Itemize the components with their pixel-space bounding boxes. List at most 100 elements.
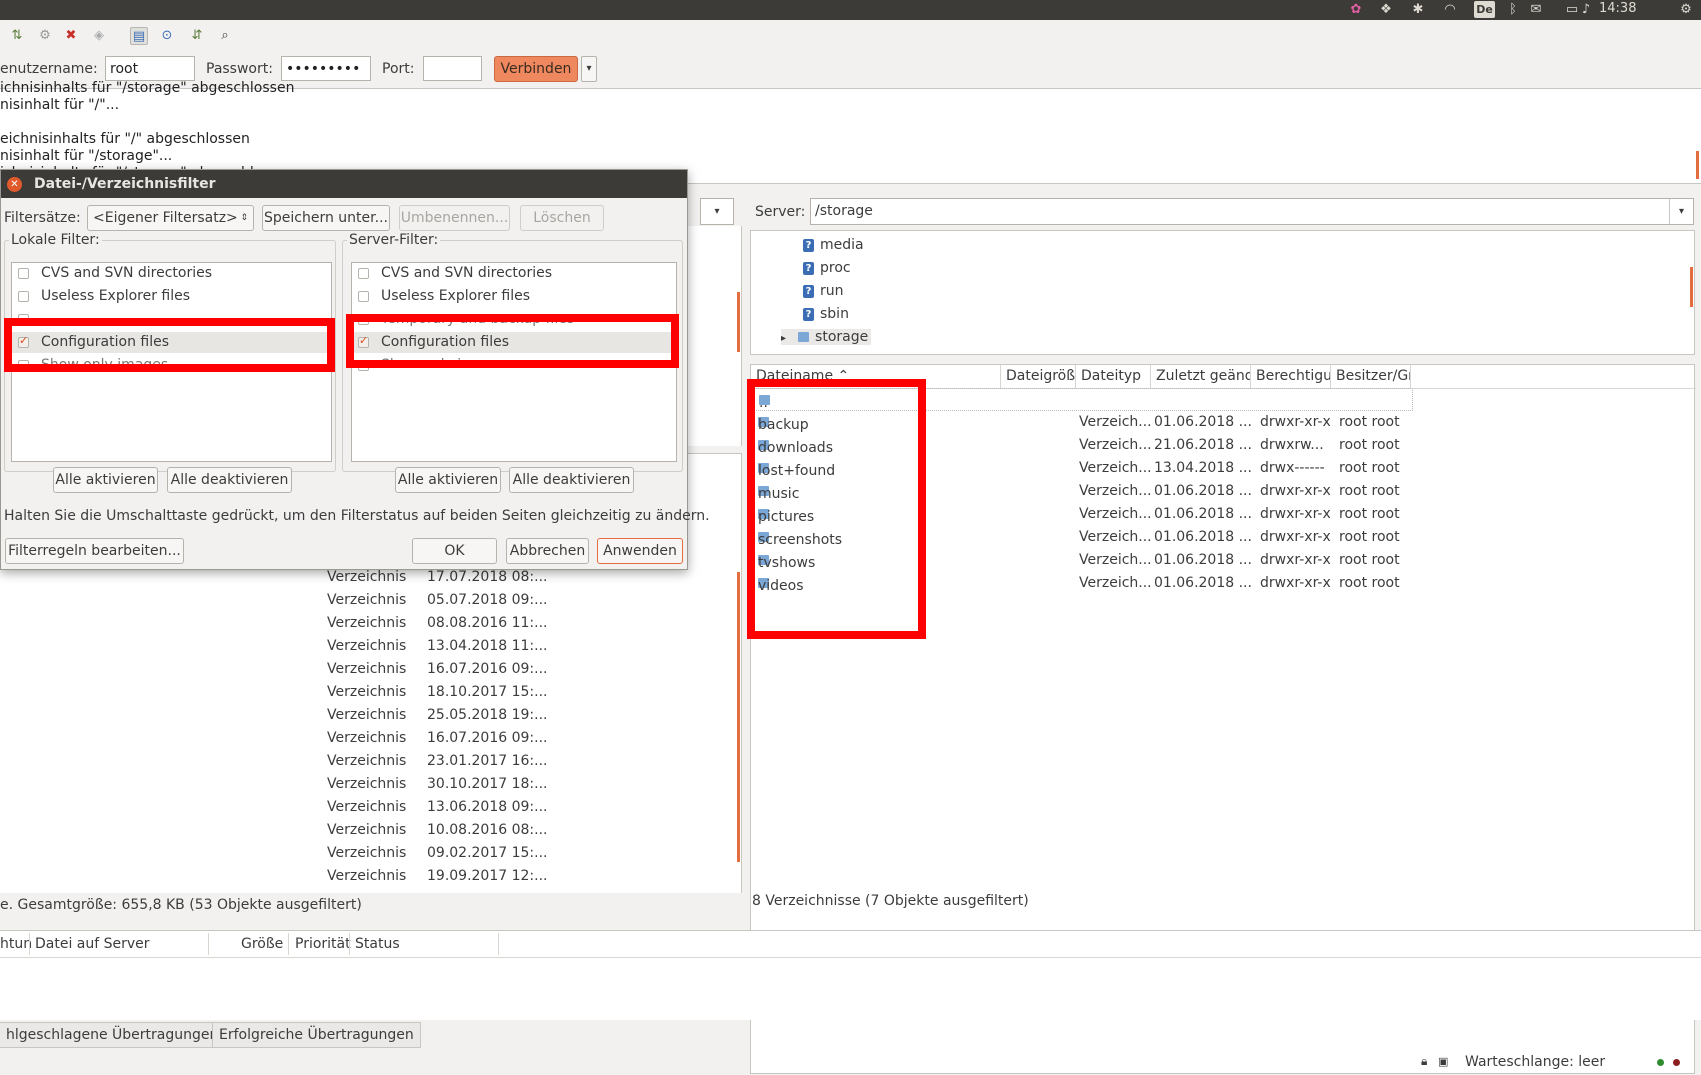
column-header-owner[interactable]: Besitzer/Gruppe	[1331, 365, 1411, 388]
disconnect-icon[interactable]: ◈	[90, 27, 108, 45]
unknown-folder-icon: ?	[803, 261, 814, 275]
puzzle-icon[interactable]: ✱	[1410, 2, 1426, 18]
cancel-button[interactable]: Abbrechen	[506, 538, 589, 564]
save-as-button[interactable]: Speichern unter...	[262, 205, 390, 231]
tree-item-proc[interactable]: ? proc	[803, 260, 851, 276]
tree-item-sbin[interactable]: ? sbin	[803, 306, 849, 322]
table-row[interactable]: Verzeichnis 18.10.2017 15:...	[0, 681, 742, 704]
connect-button[interactable]: Verbinden	[494, 56, 578, 82]
local-tree-scrollbar[interactable]	[737, 292, 740, 352]
queue-tabs: hlgeschlagene Übertragungen Erfolgreiche…	[0, 1020, 1701, 1050]
process-queue-icon[interactable]: ⚙	[36, 27, 54, 45]
table-row[interactable]: Verzeichnis 13.06.2018 09:...	[0, 796, 742, 819]
gear-icon[interactable]: ⚙	[1678, 2, 1694, 18]
quickconnect-dropdown-button[interactable]: ▾	[581, 56, 597, 82]
server-tree-scrollbar[interactable]	[1690, 267, 1693, 307]
volume-icon[interactable]: ♪	[1578, 2, 1594, 18]
table-row[interactable]: Verzeichnis 10.08.2016 08:...	[0, 819, 742, 842]
password-input[interactable]	[281, 56, 371, 81]
server-filter-explorer[interactable]: Useless Explorer files	[352, 286, 676, 307]
table-row[interactable]: Verzeichnis 23.01.2017 16:...	[0, 750, 742, 773]
dialog-hint-text: Halten Sie die Umschalttaste gedrückt, u…	[4, 508, 710, 524]
dialog-titlebar[interactable]: ✕ Datei-/Verzeichnisfilter	[1, 170, 687, 198]
server-enable-all-button[interactable]: Alle aktivieren	[395, 467, 501, 493]
dropbox-icon[interactable]: ❖	[1378, 2, 1394, 18]
tab-failed-transfers[interactable]: hlgeschlagene Übertragungen	[0, 1022, 226, 1048]
tree-item-run[interactable]: ? run	[803, 283, 844, 299]
close-icon[interactable]: ✕	[7, 177, 22, 192]
local-status-text: e. Gesamtgröße: 655,8 KB (53 Objekte aus…	[0, 893, 742, 917]
speed-limit-icon[interactable]: ▣	[1438, 1055, 1448, 1068]
queue-column-direction[interactable]: htun	[0, 936, 32, 952]
checkbox[interactable]	[358, 291, 369, 302]
local-enable-all-button[interactable]: Alle aktivieren	[53, 467, 158, 493]
bluetooth-icon[interactable]: ᛒ	[1505, 2, 1521, 18]
filter-icon[interactable]: ▤	[130, 27, 148, 45]
delete-button[interactable]: Löschen	[520, 205, 604, 231]
column-divider	[29, 933, 30, 955]
log-scrollbar[interactable]	[1696, 151, 1699, 179]
server-path-input[interactable]: /storage	[810, 198, 1694, 225]
table-row[interactable]: Verzeichnis 25.05.2018 19:...	[0, 704, 742, 727]
upload-led-icon	[1657, 1059, 1664, 1066]
expander-arrow-icon[interactable]: ▸	[781, 333, 786, 344]
apply-button[interactable]: Anwenden	[597, 538, 683, 564]
filterset-select[interactable]: <Eigener Filtersatz> ⇕	[87, 205, 254, 231]
tree-item-media[interactable]: ? media	[803, 237, 864, 253]
port-input[interactable]	[423, 56, 482, 81]
tree-item-storage[interactable]: ▸ storage	[781, 329, 871, 345]
mail-icon[interactable]: ✉	[1528, 2, 1544, 18]
edit-filter-rules-button[interactable]: Filterregeln bearbeiten...	[5, 538, 184, 564]
wifi-icon[interactable]: ◠	[1442, 2, 1458, 18]
local-disable-all-button[interactable]: Alle deaktivieren	[167, 467, 292, 493]
local-filter-label: Lokale Filter:	[9, 232, 102, 248]
checkbox[interactable]	[18, 268, 29, 279]
queue-column-remote-file[interactable]: Datei auf Server	[35, 936, 150, 952]
local-filter-explorer[interactable]: Useless Explorer files	[12, 286, 331, 307]
local-path-dropdown[interactable]: ▾	[700, 198, 734, 225]
server-disable-all-button[interactable]: Alle deaktivieren	[509, 467, 634, 493]
checkbox[interactable]	[358, 268, 369, 279]
unknown-folder-icon: ?	[803, 284, 814, 298]
search-icon[interactable]: ⌕	[216, 27, 234, 45]
server-directory-tree[interactable]: ? media ? proc ? run ? sbin ▸ storage	[750, 230, 1695, 355]
sync-icon[interactable]: ⇅	[8, 27, 26, 45]
cancel-icon[interactable]: ✖	[62, 27, 80, 45]
sync-browse-icon[interactable]: ⇵	[188, 27, 206, 45]
queue-column-priority[interactable]: Priorität	[295, 936, 351, 952]
compare-icon[interactable]: ⊙	[158, 27, 176, 45]
transfer-queue[interactable]: htun Datei auf Server Größe Priorität St…	[0, 930, 1701, 1020]
table-row[interactable]: Verzeichnis 16.07.2016 09:...	[0, 658, 742, 681]
queue-column-status[interactable]: Status	[355, 936, 400, 952]
port-label: Port:	[382, 61, 415, 77]
ok-button[interactable]: OK	[412, 538, 497, 564]
tab-successful-transfers[interactable]: Erfolgreiche Übertragungen	[212, 1022, 421, 1048]
column-header-permissions[interactable]: Berechtigungen	[1251, 365, 1331, 388]
server-path-dropdown[interactable]: ▾	[1669, 199, 1693, 224]
clock[interactable]: 14:38	[1599, 1, 1636, 16]
username-input[interactable]	[105, 56, 195, 81]
column-header-type[interactable]: Dateityp	[1076, 365, 1151, 388]
checkbox[interactable]	[18, 291, 29, 302]
queue-status-text: Warteschlange: leer	[1465, 1054, 1606, 1070]
table-row[interactable]: Verzeichnis 19.09.2017 12:...	[0, 865, 742, 888]
table-row[interactable]: Verzeichnis 09.02.2017 15:...	[0, 842, 742, 865]
table-row[interactable]: Verzeichnis 08.08.2016 11:...	[0, 612, 742, 635]
log-line: nisinhalt für "/storage"...	[0, 148, 173, 164]
toolbar: ⇅ ⚙ ✖ ◈ ▤ ⊙ ⇵ ⌕	[0, 20, 1701, 52]
keyboard-layout-indicator[interactable]: De	[1474, 1, 1495, 18]
table-row[interactable]: Verzeichnis 16.07.2016 09:...	[0, 727, 742, 750]
download-led-icon	[1673, 1059, 1680, 1066]
table-row[interactable]: Verzeichnis 13.04.2018 11:...	[0, 635, 742, 658]
local-filter-cvs[interactable]: CVS and SVN directories	[12, 263, 331, 284]
server-filter-cvs[interactable]: CVS and SVN directories	[352, 263, 676, 284]
server-panel: Server: /storage ▾ ? media ? proc ? run ? sb…	[747, 186, 1701, 1074]
unknown-folder-icon: ?	[803, 238, 814, 252]
column-header-modified[interactable]: Zuletzt geändert	[1151, 365, 1251, 388]
table-row[interactable]: Verzeichnis 05.07.2018 09:...	[0, 589, 742, 612]
column-header-size[interactable]: Dateigröße	[1001, 365, 1076, 388]
colorful-app-icon[interactable]: ✿	[1348, 2, 1364, 18]
table-row[interactable]: Verzeichnis 30.10.2017 18:...	[0, 773, 742, 796]
rename-button[interactable]: Umbenennen...	[399, 205, 510, 231]
queue-column-size[interactable]: Größe	[241, 936, 283, 952]
